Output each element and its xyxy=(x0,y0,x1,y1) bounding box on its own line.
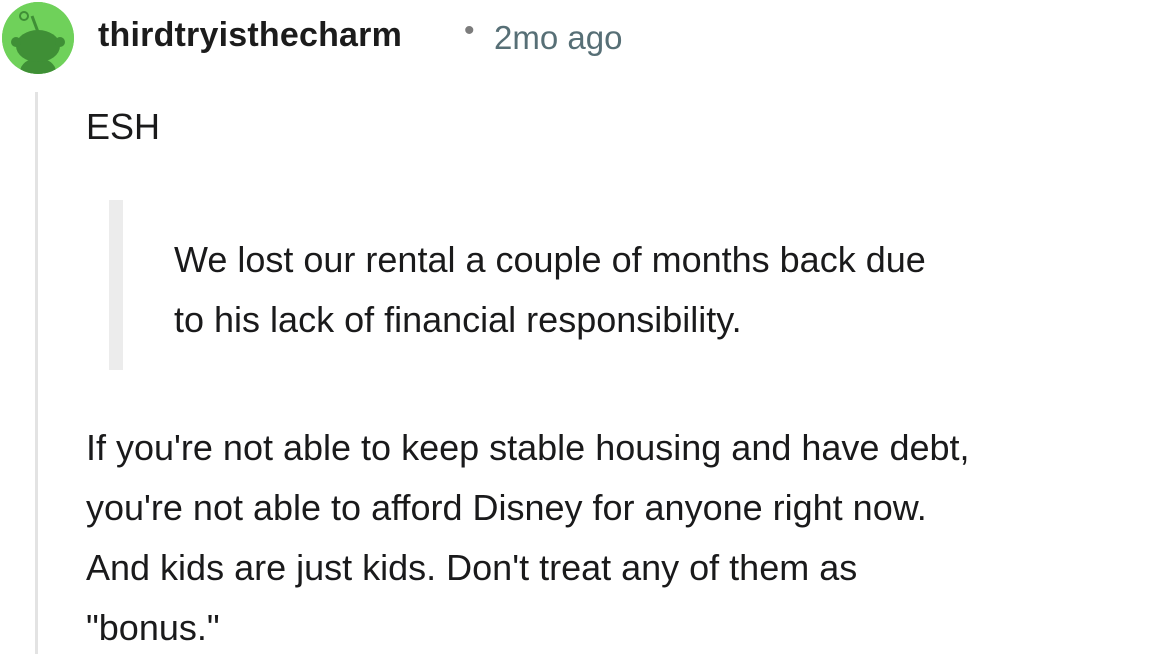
comment-verdict: ESH xyxy=(86,106,161,147)
avatar[interactable] xyxy=(2,2,74,74)
timestamp[interactable]: 2mo ago xyxy=(494,19,622,57)
comment-body: If you're not able to keep stable housin… xyxy=(86,418,1161,658)
blockquote-line: to his lack of financial responsibility. xyxy=(174,299,742,340)
separator-dot: • xyxy=(464,14,475,47)
comment-header: thirdtryisthecharm • 2mo ago xyxy=(0,0,1163,78)
blockquote-line: We lost our rental a couple of months ba… xyxy=(174,239,926,280)
comment-body-line: And kids are just kids. Don't treat any … xyxy=(86,547,858,588)
comment-body-line: "bonus." xyxy=(86,607,220,648)
blockquote: We lost our rental a couple of months ba… xyxy=(109,200,1109,370)
username[interactable]: thirdtryisthecharm xyxy=(98,16,402,55)
thread-line[interactable] xyxy=(35,92,38,654)
reddit-snoo-avatar-icon xyxy=(2,2,74,74)
blockquote-text: We lost our rental a couple of months ba… xyxy=(174,230,1104,350)
comment-body-line: you're not able to afford Disney for any… xyxy=(86,487,927,528)
blockquote-bar xyxy=(109,200,123,370)
comment-body-line: If you're not able to keep stable housin… xyxy=(86,427,970,468)
